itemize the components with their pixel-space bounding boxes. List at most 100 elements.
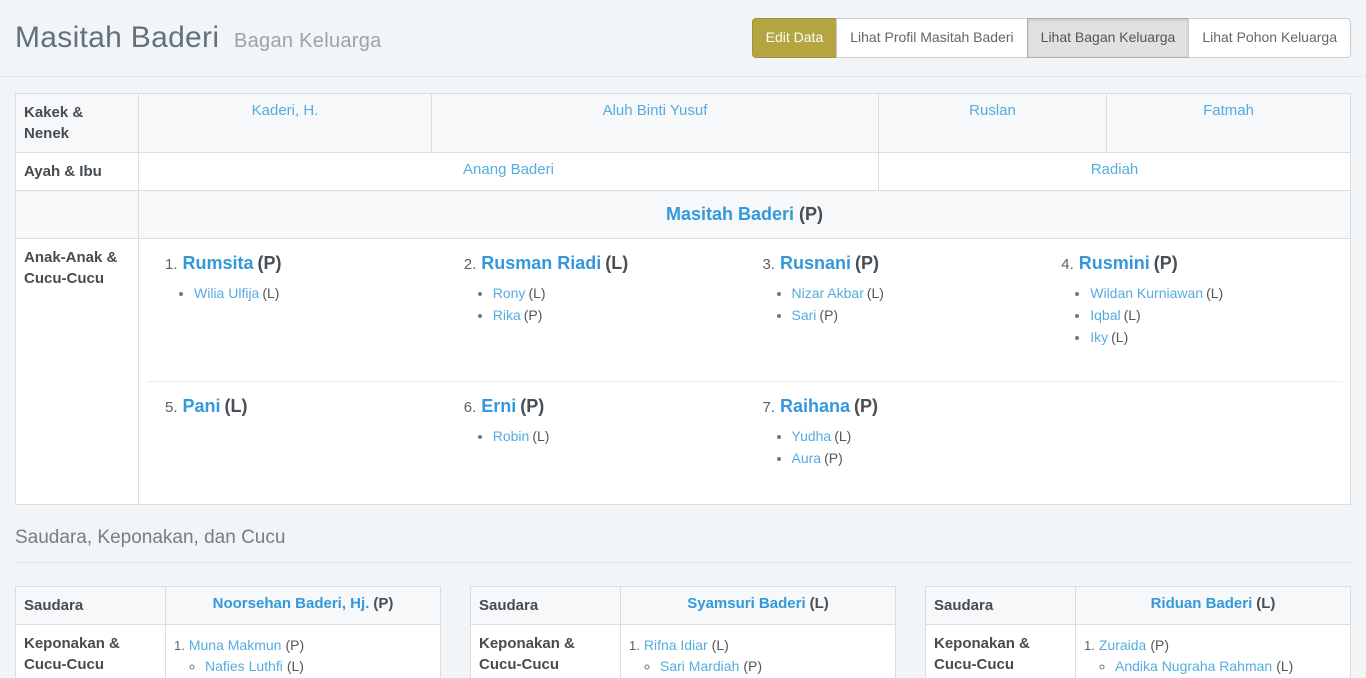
grandparent-link[interactable]: Kaderi, H.	[252, 102, 319, 119]
gender-tag: (P)	[285, 637, 304, 653]
sibling-name-cell: Riduan Baderi(L)	[1076, 587, 1351, 625]
child-name-link[interactable]: Erni	[481, 396, 516, 416]
grandchild-link[interactable]: Aura	[792, 450, 822, 466]
nephew-child-link[interactable]: Sari Mardiah	[660, 658, 739, 674]
gender-tag: (P)	[854, 396, 878, 416]
grandparent-cell: Aluh Binti Yusuf	[432, 94, 879, 153]
gender-tag: (P)	[520, 396, 544, 416]
gender-tag: (L)	[1111, 329, 1128, 345]
gender-tag: (L)	[262, 285, 279, 301]
header-button-group: Edit Data Lihat Profil Masitah Baderi Li…	[752, 18, 1351, 58]
child-number: 2.	[464, 256, 477, 273]
father-link[interactable]: Anang Baderi	[463, 161, 554, 178]
page-subtitle: Bagan Keluarga	[234, 30, 382, 52]
child-name-link[interactable]: Rusnani	[780, 253, 851, 273]
view-profile-button[interactable]: Lihat Profil Masitah Baderi	[836, 18, 1027, 58]
self-cell: Masitah Baderi(P)	[139, 191, 1351, 239]
child-name-link[interactable]: Rusman Riadi	[481, 253, 601, 273]
sibling-header-row: Saudara Syamsuri Baderi(L)	[471, 587, 896, 625]
grandchild-link[interactable]: Rika	[493, 307, 521, 323]
gender-tag: (P)	[743, 658, 762, 674]
child-number: 1.	[165, 256, 178, 273]
sibling-name-link[interactable]: Syamsuri Baderi	[687, 595, 805, 612]
child-entry: 3.Rusnani(P) Nizar Akbar(L) Sari(P)	[745, 243, 1044, 377]
gender-tag: (P)	[824, 450, 843, 466]
sibling-label: Saudara	[471, 587, 621, 625]
self-row: Masitah Baderi(P)	[16, 191, 1351, 239]
gender-tag: (P)	[799, 204, 823, 224]
grandchild-link[interactable]: Nizar Akbar	[792, 285, 864, 301]
self-label-empty	[16, 191, 139, 239]
nephew-name-link[interactable]: Rifna Idiar	[644, 637, 708, 653]
father-cell: Anang Baderi	[139, 153, 879, 191]
child-name-link[interactable]: Pani	[183, 396, 221, 416]
child-entry: 7.Raihana(P) Yudha(L) Aura(P)	[745, 386, 1044, 500]
child-entry: 5.Pani(L)	[147, 386, 446, 500]
sibling-name-link[interactable]: Riduan Baderi	[1151, 595, 1253, 612]
grandchild-link[interactable]: Sari	[792, 307, 817, 323]
nephew-child-link[interactable]: Andika Nugraha Rahman	[1115, 658, 1272, 674]
siblings-section-title: Saudara, Keponakan, dan Cucu	[15, 527, 1351, 563]
grandparents-label: Kakek & Nenek	[16, 94, 139, 153]
gender-tag: (P)	[373, 595, 393, 612]
sibling-label: Saudara	[16, 587, 166, 625]
person-name: Masitah Baderi	[15, 21, 219, 54]
nephew-name-link[interactable]: Zuraida	[1099, 637, 1146, 653]
grandparent-link[interactable]: Fatmah	[1203, 102, 1254, 119]
child-entry: 1. Rumsita(P) Wilia Ulfija(L)	[147, 243, 446, 377]
grandchild-link[interactable]: Robin	[493, 428, 530, 444]
grandchildren-list: Rony(L) Rika(P)	[476, 282, 745, 326]
mother-cell: Radiah	[879, 153, 1351, 191]
children-grid-row-1: 1.Rumsita(P) Wilia Ulfija(L) 2.Rusman Ri…	[139, 239, 1350, 381]
grandchild-link[interactable]: Iqbal	[1090, 307, 1120, 323]
grandchild-link[interactable]: Rony	[493, 285, 526, 301]
gender-tag: (P)	[1154, 253, 1178, 273]
mother-link[interactable]: Radiah	[1091, 161, 1139, 178]
nephews-cell: 1. Muna Makmun(P) Nafies Luthfi(L)	[166, 625, 441, 678]
gender-tag: (L)	[1124, 307, 1141, 323]
nephews-row: Keponakan & Cucu-Cucu 1. Muna Makmun(P) N…	[16, 625, 441, 678]
grandparent-link[interactable]: Aluh Binti Yusuf	[603, 102, 708, 119]
edit-data-button[interactable]: Edit Data	[752, 18, 838, 58]
nephew-child-link[interactable]: Nafies Luthfi	[205, 658, 283, 674]
grandchild-item: Robin(L)	[493, 425, 745, 447]
self-name-link[interactable]: Masitah Baderi	[666, 204, 794, 224]
child-name-link[interactable]: Rusmini	[1079, 253, 1150, 273]
nephew-name-link[interactable]: Muna Makmun	[189, 637, 282, 653]
gender-tag: (P)	[258, 253, 282, 273]
sibling-name-link[interactable]: Noorsehan Baderi, Hj.	[213, 595, 370, 612]
grandchild-link[interactable]: Iky	[1090, 329, 1108, 345]
child-name-link[interactable]: Raihana	[780, 396, 850, 416]
nephews-label: Keponakan & Cucu-Cucu	[471, 625, 621, 678]
child-entry: 4.Rusmini(P) Wildan Kurniawan(L) Iqbal(L…	[1043, 243, 1342, 377]
page-header: Masitah Baderi Bagan Keluarga Edit Data …	[0, 0, 1366, 77]
gender-tag: (L)	[605, 253, 628, 273]
nephew-child-item: Nafies Luthfi(L)	[205, 655, 432, 677]
nephew-entry: 1.Rifna Idiar(L) Sari Mardiah(P)	[629, 637, 887, 677]
gender-tag: (P)	[819, 307, 838, 323]
nephews-cell: 1.Rifna Idiar(L) Sari Mardiah(P)	[621, 625, 896, 678]
sibling-card: Saudara Riduan Baderi(L) Keponakan & Cuc…	[925, 586, 1351, 678]
nephew-number: 1.	[174, 638, 185, 653]
child-number: 4.	[1061, 256, 1074, 273]
view-family-tree-button[interactable]: Lihat Pohon Keluarga	[1188, 18, 1351, 58]
parents-label: Ayah & Ibu	[16, 153, 139, 191]
grandchild-item: Aura(P)	[792, 447, 1044, 469]
view-family-chart-button[interactable]: Lihat Bagan Keluarga	[1027, 18, 1190, 58]
grandchild-link[interactable]: Wilia Ulfija	[194, 285, 259, 301]
child-name-link[interactable]: Rumsita	[183, 253, 254, 273]
grandparent-link[interactable]: Ruslan	[969, 102, 1016, 119]
grandchild-item: Iky(L)	[1090, 326, 1342, 348]
grandchild-link[interactable]: Yudha	[792, 428, 832, 444]
grandchild-item: Wildan Kurniawan(L)	[1090, 282, 1342, 304]
grandchildren-list: Nizar Akbar(L) Sari(P)	[775, 282, 1044, 326]
gender-tag: (L)	[1276, 658, 1293, 674]
gender-tag: (L)	[712, 637, 729, 653]
child-number: 5.	[165, 399, 178, 416]
child-number: 7.	[763, 399, 776, 416]
grandchildren-list: Wildan Kurniawan(L) Iqbal(L) Iky(L)	[1073, 282, 1342, 348]
grandchild-item: Wilia Ulfija(L)	[194, 282, 446, 304]
nephews-label: Keponakan & Cucu-Cucu	[16, 625, 166, 678]
grandchild-link[interactable]: Wildan Kurniawan	[1090, 285, 1203, 301]
grandchildren-list: Wilia Ulfija(L)	[177, 282, 446, 304]
